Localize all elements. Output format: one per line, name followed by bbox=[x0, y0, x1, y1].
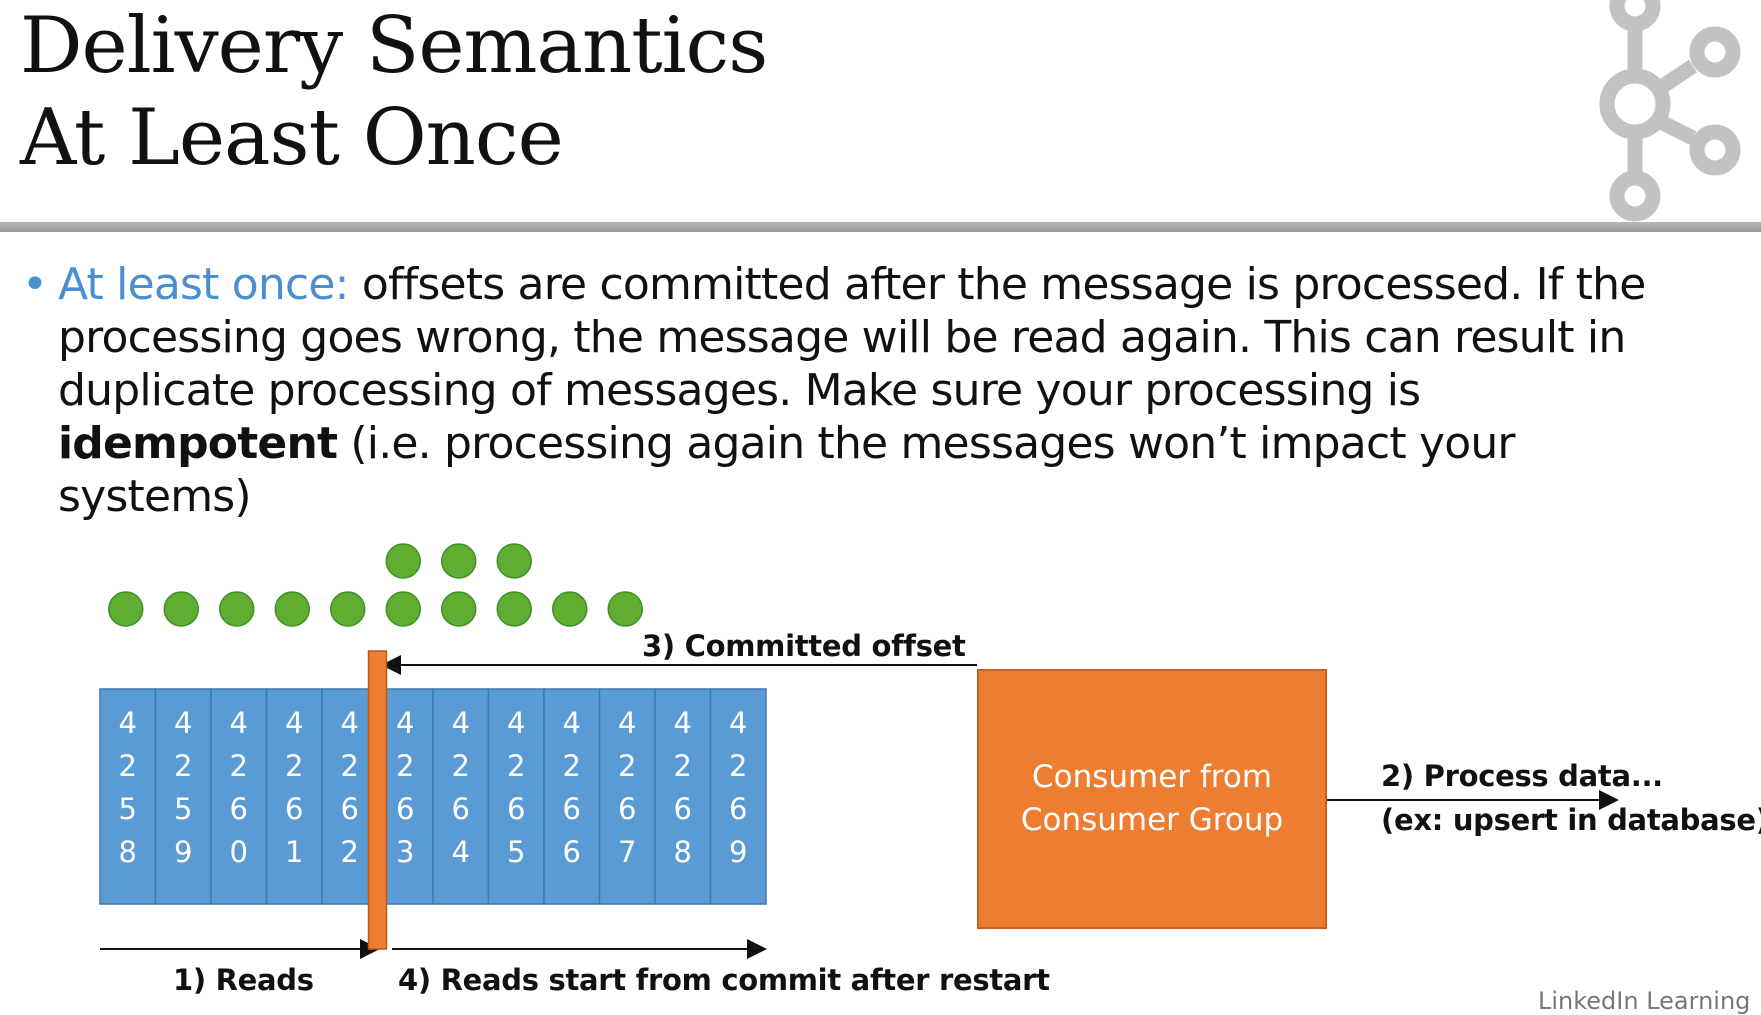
message-dot bbox=[496, 543, 532, 579]
bullet-lead: At least once: bbox=[58, 259, 349, 310]
linkedin-learning-watermark: LinkedIn Learning bbox=[1538, 987, 1751, 1015]
consumer-label-line-2: Consumer Group bbox=[1020, 802, 1284, 838]
bullet-bold-term: idempotent bbox=[58, 418, 338, 469]
message-dot bbox=[607, 591, 643, 627]
kafka-logo-icon bbox=[1599, 0, 1741, 222]
consumer-box: Consumer from Consumer Group bbox=[977, 669, 1327, 929]
process-data-label-line-1: 2) Process data... bbox=[1381, 759, 1663, 793]
bullet-marker: • bbox=[22, 259, 48, 310]
message-dot bbox=[108, 591, 144, 627]
slide-title-line-2: At Least Once bbox=[20, 93, 564, 183]
reads-label: 1) Reads bbox=[173, 963, 314, 997]
message-dot bbox=[496, 591, 532, 627]
slide-title-line-1: Delivery Semantics bbox=[20, 1, 768, 91]
message-dot bbox=[385, 543, 421, 579]
message-dot bbox=[385, 591, 421, 627]
message-dot bbox=[219, 591, 255, 627]
restart-reads-label: 4) Reads start from commit after restart bbox=[398, 963, 1050, 997]
process-data-label-line-2: (ex: upsert in database) bbox=[1381, 803, 1761, 837]
consumer-label-line-1: Consumer from bbox=[1031, 759, 1273, 795]
bullet-text: At least once: offsets are committed aft… bbox=[58, 258, 1698, 523]
message-dot bbox=[441, 591, 477, 627]
committed-offset-label: 3) Committed offset bbox=[642, 629, 966, 663]
header-divider bbox=[0, 222, 1761, 232]
message-dot bbox=[163, 591, 199, 627]
message-dot bbox=[441, 543, 477, 579]
message-dot bbox=[552, 591, 588, 627]
message-dot bbox=[274, 591, 310, 627]
message-dot bbox=[330, 591, 366, 627]
committed-offset-marker bbox=[367, 650, 388, 950]
